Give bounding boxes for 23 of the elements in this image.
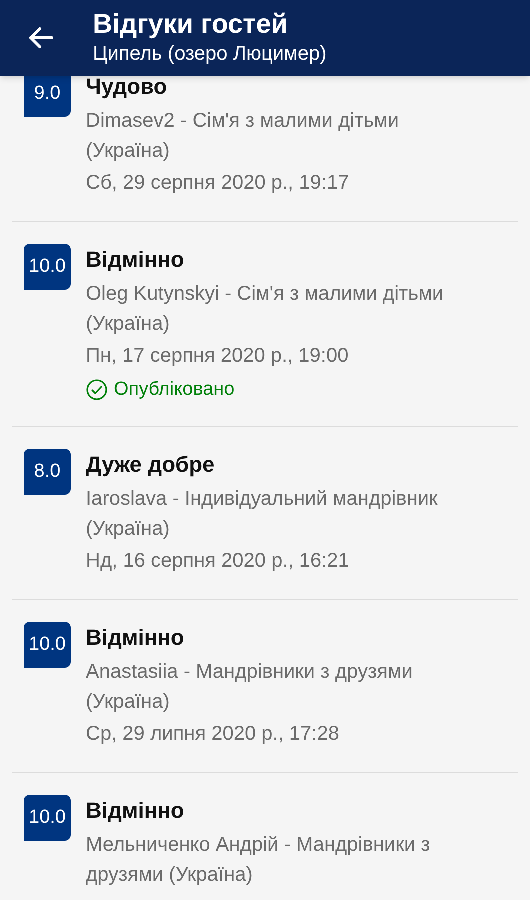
review-rating-label: Чудово xyxy=(86,73,168,101)
screen-subtitle: Ципель (озеро Люцимер) xyxy=(93,42,327,67)
screen-title: Відгуки гостей xyxy=(93,8,289,40)
review-rating-label: Відмінно xyxy=(86,246,186,274)
review-rating-label: Відмінно xyxy=(86,624,186,652)
score-badge: 8.0 xyxy=(24,449,71,495)
score-badge: 10.0 xyxy=(24,795,71,841)
reviewer-info: Anastasiia - Мандрівники з друзями (Україна) xyxy=(86,660,414,715)
published-status: Опубліковано xyxy=(114,378,235,402)
score-badge: 10.0 xyxy=(24,244,71,290)
score-badge: 10.0 xyxy=(24,622,71,668)
reviewer-info: Dimasev2 - Сім'я з малими дітьми (Україна) xyxy=(86,109,400,164)
reviewer-info: Мельниченко Андрій - Мандрівники з друзями (Україна) xyxy=(86,833,432,888)
review-rating-label: Дуже добре xyxy=(86,451,216,479)
reviewer-info: Iaroslava - Індивідуальний мандрівник (Україна) xyxy=(86,487,439,542)
reviewer-info: Oleg Kutynskyi - Сім'я з малими дітьми (Україна) xyxy=(86,282,445,337)
review-date: Нд, 16 серпня 2020 р., 16:21 xyxy=(86,549,350,574)
back-icon[interactable] xyxy=(28,26,54,50)
review-date: Пн, 17 серпня 2020 р., 19:00 xyxy=(86,344,350,369)
review-date: Ср, 29 липня 2020 р., 17:28 xyxy=(86,722,340,747)
review-rating-label: Відмінно xyxy=(86,797,186,825)
check-circle-icon xyxy=(86,379,108,401)
review-date: Сб, 29 серпня 2020 р., 19:17 xyxy=(86,171,350,196)
